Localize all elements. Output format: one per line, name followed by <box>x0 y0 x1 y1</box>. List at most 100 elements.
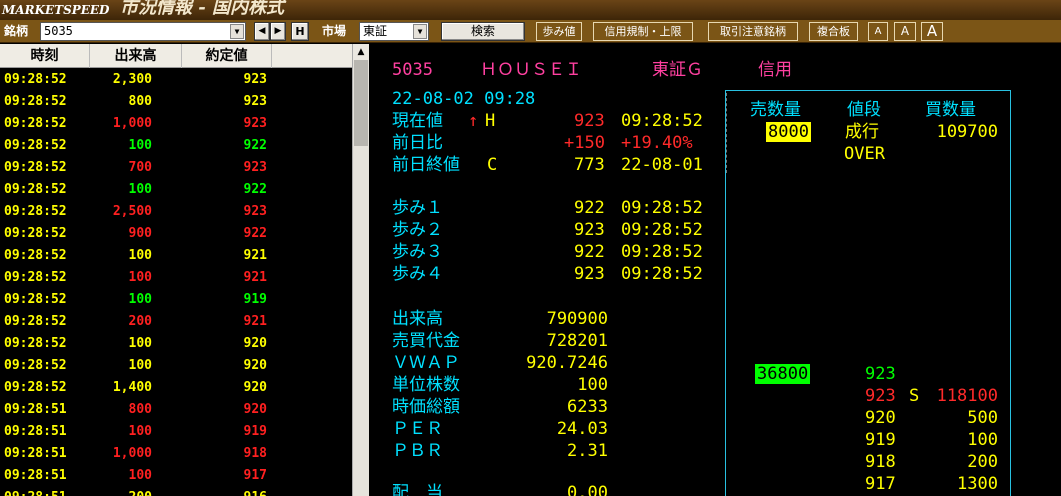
current-time: 09:28:52 <box>621 111 703 131</box>
bid-price[interactable]: 919 <box>865 429 896 451</box>
tick-time: 09:28:51 <box>4 468 67 483</box>
table-row[interactable]: 09:28:52 100 921 <box>0 245 352 267</box>
table-row[interactable]: 09:28:52 1,000 923 <box>0 113 352 135</box>
tick-volume: 200 <box>128 314 152 329</box>
table-row[interactable]: 09:28:52 700 923 <box>0 157 352 179</box>
tick-time: 09:28:52 <box>4 226 67 241</box>
bid-qty[interactable]: 200 <box>916 451 998 473</box>
stat-label: 出来高 <box>392 309 443 329</box>
table-row[interactable]: 09:28:52 100 922 <box>0 179 352 201</box>
stat-value: 24.03 <box>556 419 608 439</box>
symbol-input[interactable]: 5035 ▼ <box>40 22 246 41</box>
market-select[interactable]: 東証 ▼ <box>359 22 429 41</box>
search-button[interactable]: 検索 <box>441 22 525 41</box>
ayumi-button[interactable]: 歩み値 <box>536 22 582 41</box>
table-row[interactable]: 09:28:52 100 922 <box>0 135 352 157</box>
table-row[interactable]: 09:28:51 800 920 <box>0 399 352 421</box>
tick-volume: 100 <box>128 336 152 351</box>
table-row[interactable]: 09:28:51 1,000 918 <box>0 443 352 465</box>
h-button[interactable]: H <box>291 22 309 41</box>
current-price: 923 <box>574 111 605 131</box>
tick-price: 921 <box>243 314 267 329</box>
market-value: 東証 <box>363 24 388 38</box>
current-price-label: 現在値 <box>392 111 443 131</box>
tick-volume: 1,000 <box>112 116 152 131</box>
column-header-time[interactable]: 時刻 <box>0 44 90 68</box>
combined-board-button[interactable]: 複合板 <box>809 22 858 41</box>
scroll-up-icon[interactable]: ▲ <box>353 44 369 60</box>
arrow-right-icon: ▶ <box>274 26 282 36</box>
tick-volume: 100 <box>128 468 152 483</box>
ayumi-label: 歩み４ <box>392 264 443 284</box>
column-header-price[interactable]: 約定値 <box>182 44 272 68</box>
bid-qty[interactable]: 500 <box>916 407 998 429</box>
tick-volume: 100 <box>128 248 152 263</box>
table-row[interactable]: 09:28:52 800 923 <box>0 91 352 113</box>
tick-price: 920 <box>243 380 267 395</box>
tick-rows: 09:28:52 2,300 923 09:28:52 800 923 09:28:52 1,… <box>0 69 352 496</box>
tick-price: 923 <box>243 72 267 87</box>
next-symbol-button[interactable]: ▶ <box>270 22 286 41</box>
tick-volume: 1,000 <box>112 446 152 461</box>
font-small-button[interactable]: A <box>868 22 888 41</box>
scroll-thumb[interactable] <box>354 60 368 146</box>
market-buy-qty[interactable]: 109700 <box>916 121 998 143</box>
table-row[interactable]: 09:28:52 100 920 <box>0 333 352 355</box>
table-row[interactable]: 09:28:51 100 919 <box>0 421 352 443</box>
symbol-value: 5035 <box>44 24 73 38</box>
prev-symbol-button[interactable]: ◀ <box>254 22 270 41</box>
bid-qty[interactable]: 118100 <box>916 385 998 407</box>
tick-price: 918 <box>243 446 267 461</box>
stat-value: 100 <box>577 375 608 395</box>
table-row[interactable]: 09:28:52 100 921 <box>0 267 352 289</box>
buy-qty-header: 買数量 <box>925 100 976 120</box>
tick-time: 09:28:52 <box>4 270 67 285</box>
bid-qty[interactable]: 1300 <box>916 473 998 495</box>
title-bar: MARKETSPEED 市況情報 - 国内株式 <box>0 0 1061 20</box>
prev-close-date: 22-08-01 <box>621 155 703 175</box>
market-label: 市場 <box>322 24 347 38</box>
bid-price[interactable]: 923 <box>865 385 896 407</box>
change-label: 前日比 <box>392 133 443 153</box>
symbol-dropdown-icon[interactable]: ▼ <box>230 24 244 39</box>
bid-price[interactable]: 918 <box>865 451 896 473</box>
table-row[interactable]: 09:28:52 1,400 920 <box>0 377 352 399</box>
trade-attention-button[interactable]: 取引注意銘柄 <box>708 22 798 41</box>
tick-time: 09:28:52 <box>4 72 67 87</box>
tick-volume: 2,300 <box>112 72 152 87</box>
stat-value: 790900 <box>546 309 608 329</box>
up-arrow-icon: ↑ <box>468 111 479 131</box>
market-dropdown-icon[interactable]: ▼ <box>413 24 427 39</box>
market-sell-qty[interactable]: 8000 <box>766 122 811 142</box>
tick-time: 09:28:51 <box>4 402 67 417</box>
table-row[interactable]: 09:28:52 2,300 923 <box>0 69 352 91</box>
bid-qty[interactable]: 100 <box>916 429 998 451</box>
tick-time: 09:28:52 <box>4 204 67 219</box>
table-row[interactable]: 09:28:52 200 921 <box>0 311 352 333</box>
font-medium-button[interactable]: A <box>894 22 916 41</box>
prev-close-flag: C <box>487 155 498 175</box>
ayumi-price: 922 <box>574 242 605 262</box>
tick-volume: 800 <box>128 94 152 109</box>
table-row[interactable]: 09:28:52 100 920 <box>0 355 352 377</box>
tick-time: 09:28:52 <box>4 248 67 263</box>
table-row[interactable]: 09:28:52 2,500 923 <box>0 201 352 223</box>
bid-price[interactable]: 920 <box>865 407 896 429</box>
tick-volume: 100 <box>128 292 152 307</box>
ask-price[interactable]: 923 <box>865 363 896 385</box>
stat-value: 2.31 <box>567 441 608 461</box>
sell-total-qty[interactable]: 36800 <box>755 364 811 384</box>
tick-volume: 100 <box>128 270 152 285</box>
change-value: +150 <box>564 133 605 153</box>
tick-time: 09:28:52 <box>4 138 67 153</box>
table-row[interactable]: 09:28:52 900 922 <box>0 223 352 245</box>
table-row[interactable]: 09:28:51 200 916 <box>0 487 352 496</box>
table-row[interactable]: 09:28:52 100 919 <box>0 289 352 311</box>
font-large-button[interactable]: A <box>921 22 943 41</box>
tick-list-scrollbar[interactable]: ▲ <box>352 44 369 496</box>
column-header-volume[interactable]: 出来高 <box>90 44 182 68</box>
table-row[interactable]: 09:28:51 100 917 <box>0 465 352 487</box>
tick-volume: 800 <box>128 402 152 417</box>
credit-regulation-button[interactable]: 信用規制・上限 <box>593 22 693 41</box>
bid-price[interactable]: 917 <box>865 473 896 495</box>
